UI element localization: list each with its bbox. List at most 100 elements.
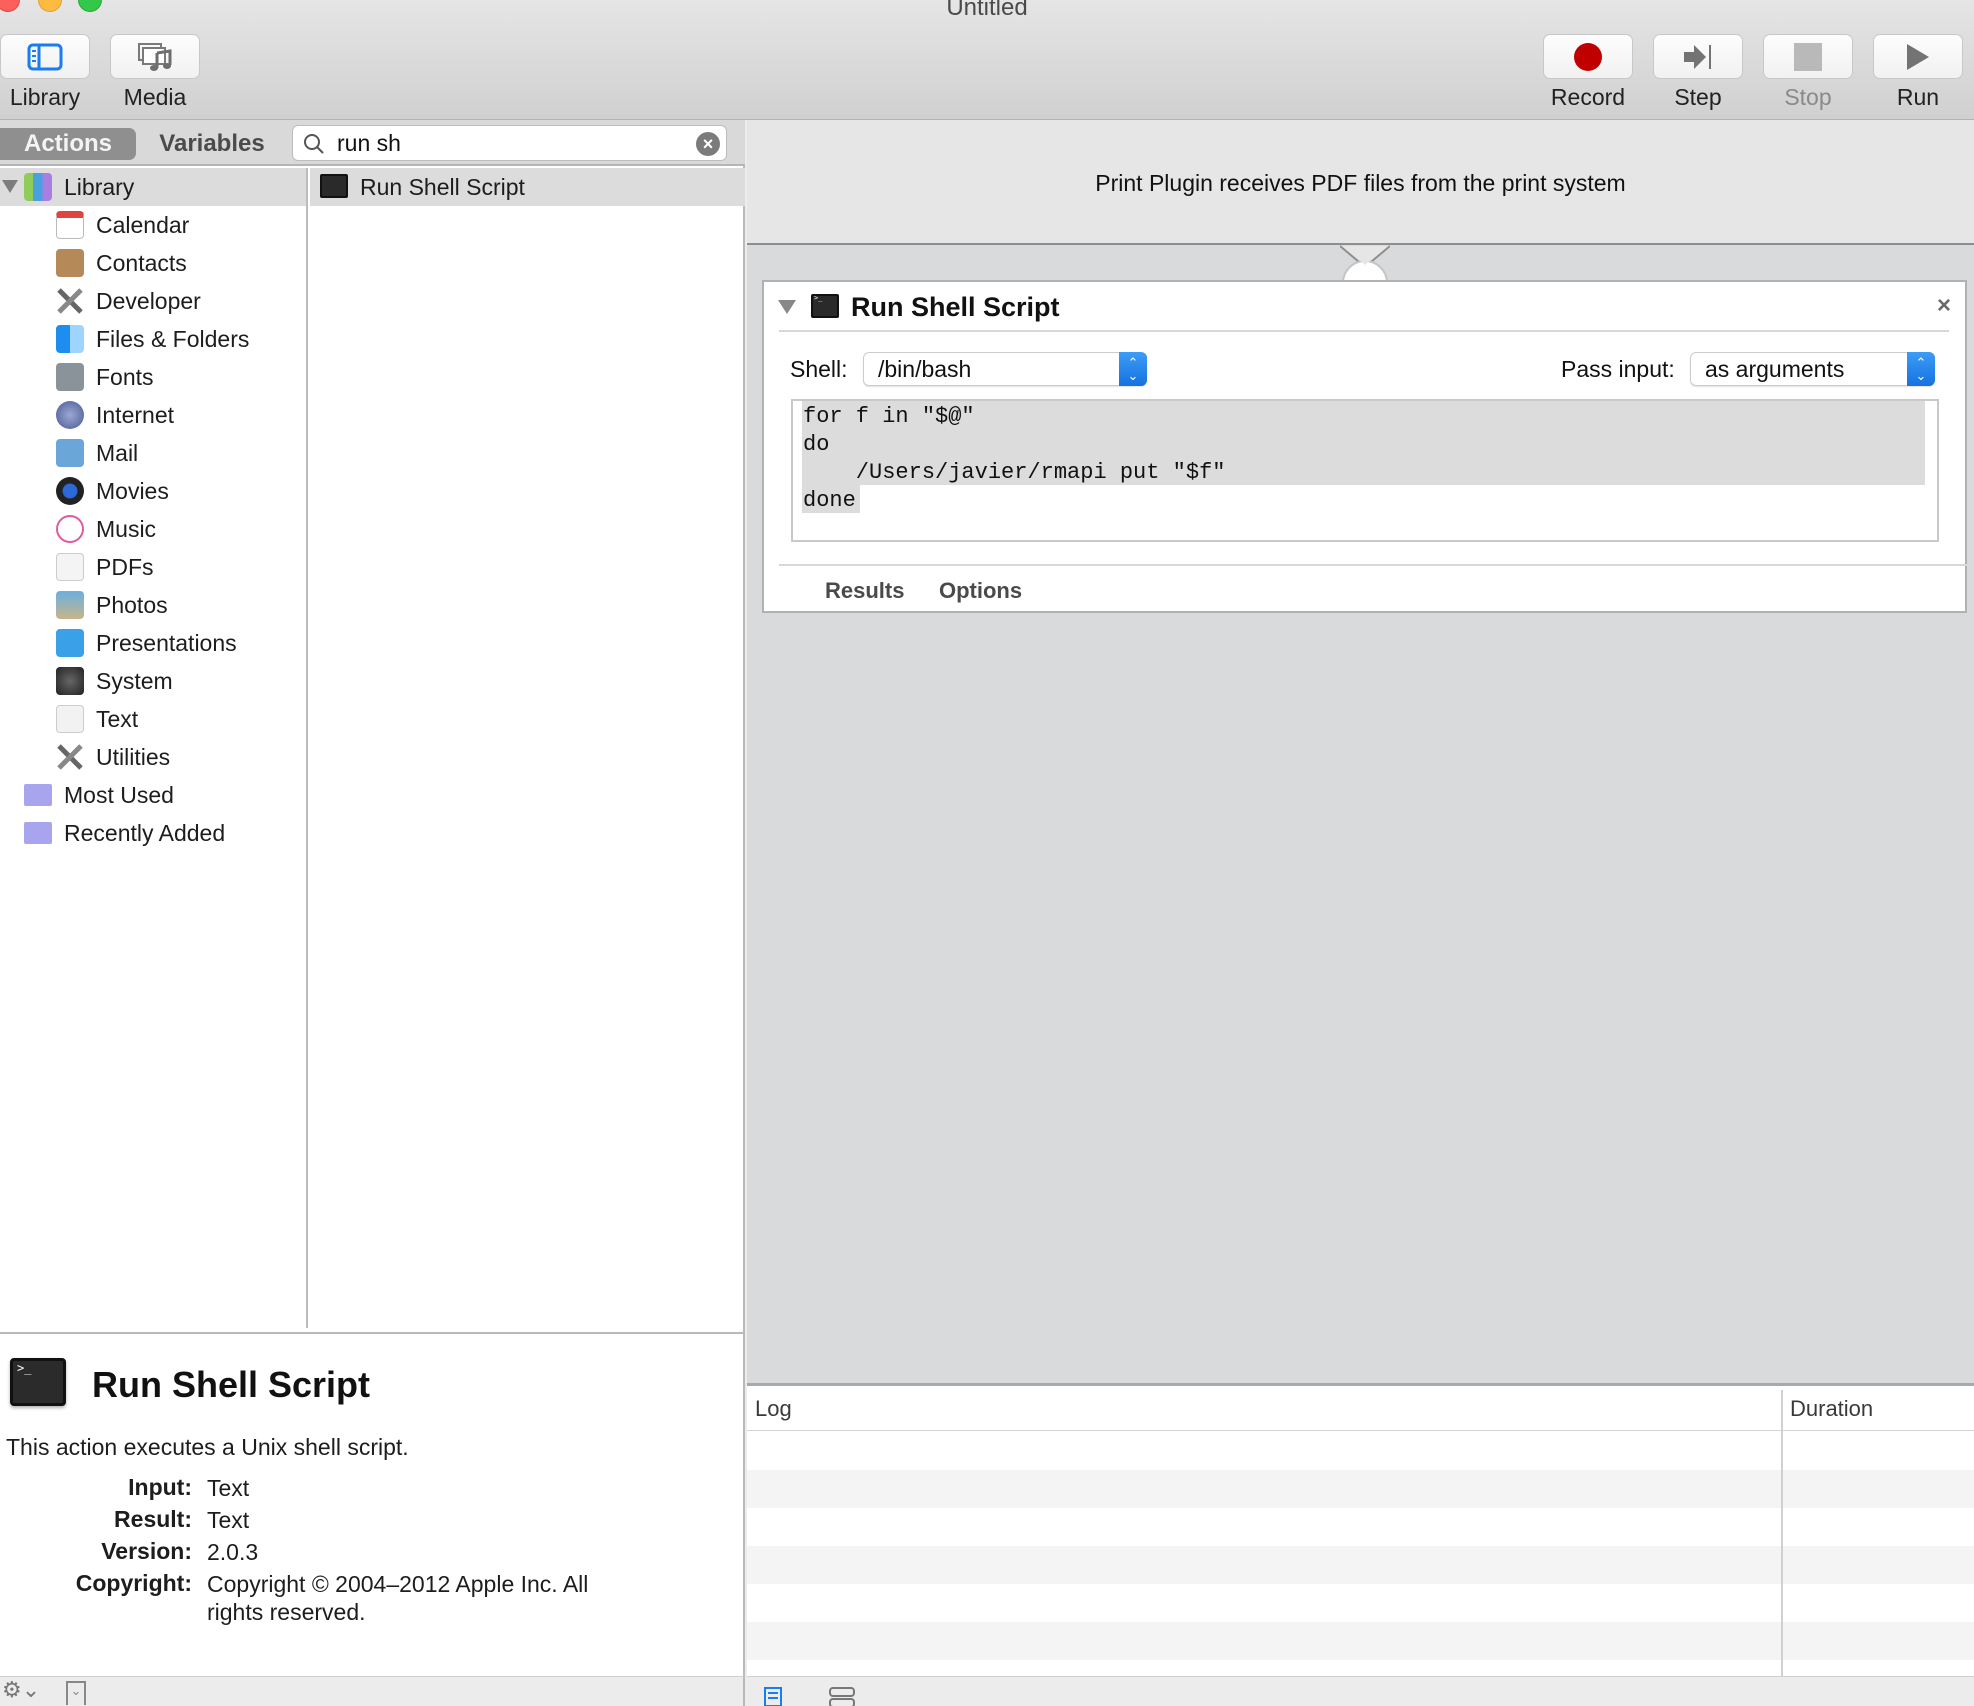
gear-menu-icon[interactable]: ⚙︎⌄ xyxy=(2,1677,40,1703)
stop-button-label: Stop xyxy=(1784,84,1832,110)
library-item-fonts[interactable]: Fonts xyxy=(0,358,306,396)
log-view-icon[interactable] xyxy=(764,1687,782,1706)
step-button-label: Step xyxy=(1674,84,1722,110)
workflow-input-description: Print Plugin receives PDF files from the… xyxy=(1095,170,1626,196)
popup-chevrons-icon: ⌃ ⌄ xyxy=(1907,352,1935,386)
script-text[interactable]: for f in "$@" do /Users/javier/rmapi put… xyxy=(803,403,1225,515)
collapse-action-icon[interactable] xyxy=(778,300,796,314)
column-divider[interactable] xyxy=(1781,1390,1783,1676)
run-icon xyxy=(1907,43,1929,70)
run-button-label: Run xyxy=(1896,84,1940,110)
stop-icon xyxy=(1794,42,1822,71)
search-icon xyxy=(304,134,324,154)
popup-chevrons-icon: ⌃ ⌄ xyxy=(1119,352,1147,386)
library-item-system[interactable]: System xyxy=(0,662,306,700)
smart-group-recently-added[interactable]: Recently Added xyxy=(0,814,306,852)
description-title: Run Shell Script xyxy=(92,1364,371,1405)
library-category-list: Library Calendar Contacts Developer Files &… xyxy=(0,168,308,1328)
library-item-movies[interactable]: Movies xyxy=(0,472,306,510)
library-item-calendar[interactable]: Calendar xyxy=(0,206,306,244)
column-duration[interactable]: Duration xyxy=(1790,1396,1873,1422)
record-icon xyxy=(1574,42,1602,71)
library-item-internet[interactable]: Internet xyxy=(0,396,306,434)
search-field[interactable]: × xyxy=(292,125,727,161)
tab-results[interactable]: Results xyxy=(825,578,904,604)
library-item-music[interactable]: Music xyxy=(0,510,306,548)
library-item-mail[interactable]: Mail xyxy=(0,434,306,472)
calendar-icon xyxy=(56,211,84,239)
column-log[interactable]: Log xyxy=(755,1396,792,1422)
script-editor[interactable]: for f in "$@" do /Users/javier/rmapi put… xyxy=(791,399,1939,542)
tab-variables[interactable]: Variables xyxy=(142,128,282,160)
media-icon xyxy=(138,42,172,71)
log-row xyxy=(747,1546,1974,1584)
library-button-label: Library xyxy=(9,84,81,110)
shell-label: Shell: xyxy=(790,356,848,382)
pass-input-label: Pass input: xyxy=(1561,356,1675,382)
media-button-label: Media xyxy=(123,84,187,110)
utilities-icon xyxy=(56,743,84,771)
music-icon xyxy=(56,515,84,543)
library-item-pdfs[interactable]: PDFs xyxy=(0,548,306,586)
disclosure-triangle-icon[interactable] xyxy=(2,180,18,193)
stop-button[interactable] xyxy=(1763,34,1853,79)
record-button[interactable] xyxy=(1543,34,1633,79)
workflow-input-header: Print Plugin receives PDF files from the… xyxy=(747,120,1974,245)
shell-popup[interactable]: /bin/bash ⌃ ⌄ xyxy=(863,352,1147,386)
library-tabs: Actions Variables × xyxy=(0,120,745,166)
library-item-text[interactable]: Text xyxy=(0,700,306,738)
library-root[interactable]: Library xyxy=(0,168,306,206)
library-pane: Actions Variables × Library CalendarCont… xyxy=(0,120,745,1676)
log-header: Log Duration xyxy=(747,1386,1974,1431)
pdfs-icon xyxy=(56,553,84,581)
smart-folder-icon xyxy=(24,822,52,844)
log-row xyxy=(747,1622,1974,1660)
action-connector-icon xyxy=(1340,245,1390,283)
window-title: Untitled xyxy=(946,0,1028,21)
library-item-contacts[interactable]: Contacts xyxy=(0,244,306,282)
internet-icon xyxy=(56,401,84,429)
terminal-icon xyxy=(811,294,839,318)
tab-options[interactable]: Options xyxy=(939,578,1022,604)
developer-icon xyxy=(56,287,84,315)
finder-icon xyxy=(56,325,84,353)
library-item-developer[interactable]: Developer xyxy=(0,282,306,320)
action-description: Run Shell Script This action executes a … xyxy=(0,1332,743,1676)
media-button[interactable] xyxy=(110,34,200,79)
variables-view-icon[interactable] xyxy=(829,1687,855,1706)
library-item-files-folders[interactable]: Files & Folders xyxy=(0,320,306,358)
photos-icon xyxy=(56,591,84,619)
toggle-description-icon[interactable]: ⌄ xyxy=(66,1681,86,1705)
mail-icon xyxy=(56,439,84,467)
log-row xyxy=(747,1432,1974,1470)
action-item-run-shell-script[interactable]: Run Shell Script xyxy=(310,168,745,206)
library-sidebar-icon xyxy=(27,43,63,70)
pass-input-popup[interactable]: as arguments ⌃ ⌄ xyxy=(1690,352,1935,386)
clear-search-icon[interactable]: × xyxy=(696,132,720,156)
terminal-icon xyxy=(10,1358,66,1406)
search-input[interactable] xyxy=(337,128,667,158)
contacts-icon xyxy=(56,249,84,277)
text-icon xyxy=(56,705,84,733)
tab-actions[interactable]: Actions xyxy=(0,128,136,160)
action-results-list: Run Shell Script xyxy=(310,168,745,1328)
log-row xyxy=(747,1584,1974,1622)
library-button[interactable] xyxy=(0,34,90,79)
smart-folder-icon xyxy=(24,784,52,806)
step-icon xyxy=(1684,44,1711,69)
library-item-photos[interactable]: Photos xyxy=(0,586,306,624)
step-button[interactable] xyxy=(1653,34,1743,79)
library-item-presentations[interactable]: Presentations xyxy=(0,624,306,662)
system-icon xyxy=(56,667,84,695)
run-button[interactable] xyxy=(1873,34,1963,79)
remove-action-button[interactable]: × xyxy=(1937,292,1951,320)
library-bottom-bar: ⚙︎⌄ ⌄ xyxy=(0,1676,745,1706)
divider xyxy=(779,564,1967,566)
terminal-icon xyxy=(320,174,348,198)
smart-group-most-used[interactable]: Most Used xyxy=(0,776,306,814)
action-title: Run Shell Script xyxy=(851,292,1060,322)
description-summary: This action executes a Unix shell script… xyxy=(6,1434,409,1460)
log-row xyxy=(747,1470,1974,1508)
library-books-icon xyxy=(24,173,52,201)
library-item-utilities[interactable]: Utilities xyxy=(0,738,306,776)
